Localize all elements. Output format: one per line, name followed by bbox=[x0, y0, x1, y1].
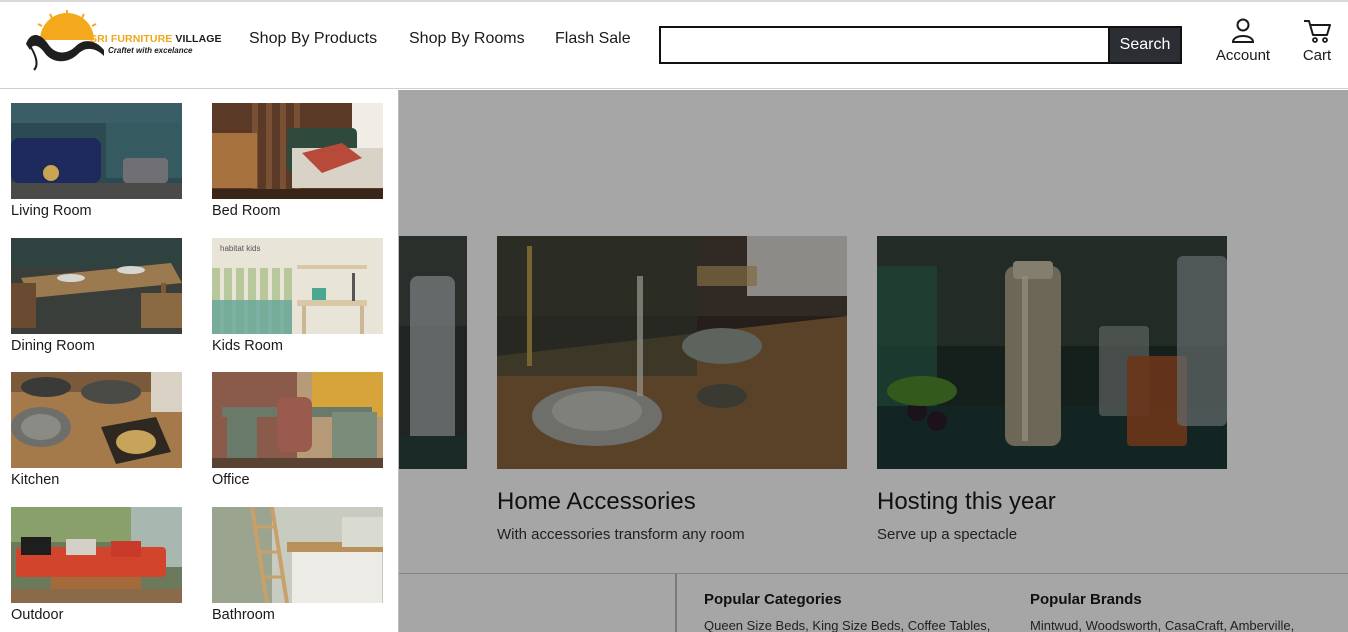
room-bed-room[interactable]: Bed Room bbox=[212, 103, 383, 219]
card-title-home-accessories[interactable]: Home Accessories bbox=[497, 488, 696, 516]
outdoor-image bbox=[11, 507, 182, 603]
popular-brands-list[interactable]: Mintwud, Woodsworth, CasaCraft, Ambervil… bbox=[1030, 618, 1294, 632]
room-label: Outdoor bbox=[11, 607, 64, 623]
cocktail-shaker-image bbox=[877, 236, 1227, 469]
search-field bbox=[659, 26, 1109, 64]
card-image-home-accessories[interactable] bbox=[497, 236, 847, 469]
card-subtitle-hosting: Serve up a spectacle bbox=[877, 526, 1018, 543]
brand-name: SRI FURNITURE VILLAGE bbox=[90, 33, 222, 45]
cart-button[interactable]: Cart bbox=[1298, 18, 1336, 64]
search-button[interactable]: Search bbox=[1108, 26, 1182, 64]
account-label: Account bbox=[1215, 47, 1271, 64]
cart-icon bbox=[1304, 20, 1331, 43]
office-image bbox=[212, 372, 383, 468]
brand-tagline: Craftet with excelance bbox=[108, 46, 193, 55]
popular-categories-heading: Popular Categories bbox=[704, 591, 842, 608]
nav-shop-by-products[interactable]: Shop By Products bbox=[249, 30, 377, 48]
search-input[interactable] bbox=[661, 28, 1109, 62]
room-label: Kitchen bbox=[11, 472, 60, 488]
room-living-room[interactable]: Living Room bbox=[11, 103, 182, 219]
kitchen-image bbox=[11, 372, 182, 468]
footer-divider bbox=[675, 574, 677, 632]
brand-name-part2: VILLAGE bbox=[175, 33, 222, 45]
room-outdoor[interactable]: Outdoor bbox=[11, 507, 182, 623]
rooms-dropdown-menu: Living Room Bed Room Dining Room habitat… bbox=[0, 90, 399, 632]
account-button[interactable]: Account bbox=[1212, 18, 1274, 64]
site-header: SRI FURNITURE VILLAGE Craftet with excel… bbox=[0, 0, 1348, 89]
card-title-hosting[interactable]: Hosting this year bbox=[877, 488, 1056, 516]
dining-room-image bbox=[11, 238, 182, 334]
room-label: Office bbox=[212, 472, 250, 488]
brand-name-part1: SRI FURNITURE bbox=[90, 33, 173, 45]
living-room-image bbox=[11, 103, 182, 199]
table-setting-image bbox=[497, 236, 847, 469]
kids-room-image: habitat kids bbox=[212, 238, 383, 334]
kids-room-image-text: habitat kids bbox=[220, 244, 260, 253]
room-label: Bathroom bbox=[212, 607, 275, 623]
room-bathroom[interactable]: Bathroom bbox=[212, 507, 383, 623]
nav-flash-sale[interactable]: Flash Sale bbox=[555, 30, 631, 48]
bedroom-image bbox=[212, 103, 383, 199]
room-label: Kids Room bbox=[212, 338, 283, 354]
room-kids-room[interactable]: habitat kids Kids Room bbox=[212, 238, 383, 354]
room-dining-room[interactable]: Dining Room bbox=[11, 238, 182, 354]
room-label: Living Room bbox=[11, 203, 92, 219]
nav-shop-by-rooms[interactable]: Shop By Rooms bbox=[409, 30, 525, 48]
cart-label: Cart bbox=[1302, 47, 1332, 64]
card-subtitle-home-accessories: With accessories transform any room bbox=[497, 526, 745, 543]
bathroom-image bbox=[212, 507, 383, 603]
room-label: Bed Room bbox=[212, 203, 281, 219]
popular-brands-heading: Popular Brands bbox=[1030, 591, 1142, 608]
room-label: Dining Room bbox=[11, 338, 95, 354]
user-icon bbox=[1231, 18, 1255, 43]
card-image-hosting[interactable] bbox=[877, 236, 1227, 469]
popular-categories-list[interactable]: Queen Size Beds, King Size Beds, Coffee … bbox=[704, 618, 990, 632]
brand-logo[interactable]: SRI FURNITURE VILLAGE Craftet with excel… bbox=[22, 10, 222, 76]
room-kitchen[interactable]: Kitchen bbox=[11, 372, 182, 488]
room-office[interactable]: Office bbox=[212, 372, 383, 488]
